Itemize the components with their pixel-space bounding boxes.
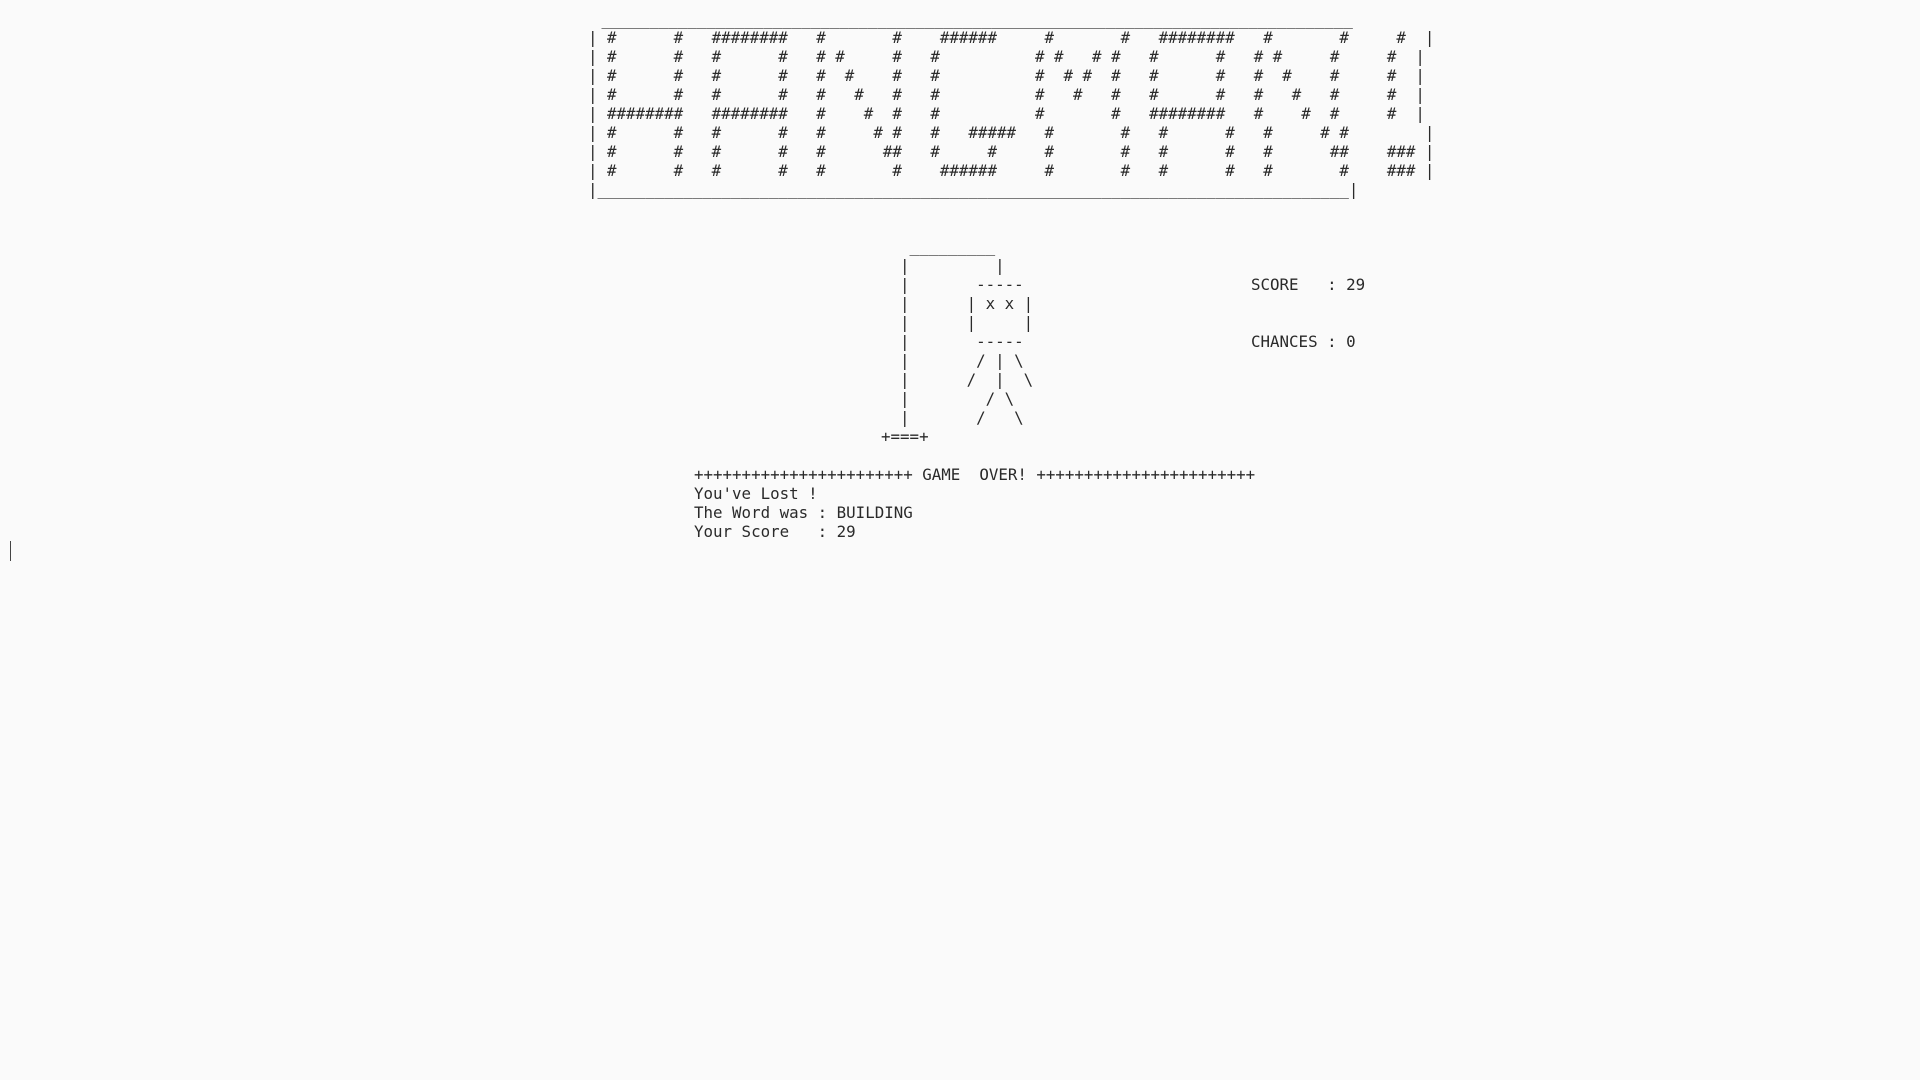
banner-row: | ######## ######## # # # # # # ########…: [588, 104, 1425, 123]
gallows-line: | -----: [862, 275, 1024, 294]
banner-row: | # # # # # # # # # # # # # # # # # # |: [588, 47, 1425, 66]
score-display: SCORE : 29: [1251, 275, 1366, 294]
banner-bottom-border: |_______________________________________…: [588, 180, 1359, 199]
gallows-line: | / | \: [862, 370, 1034, 389]
gallows-line: | / \: [862, 408, 1024, 427]
gallows-line: | -----: [862, 332, 1024, 351]
game-over-header: +++++++++++++++++++++++ GAME OVER! +++++…: [694, 465, 1256, 484]
gallows-line: | | x x |: [862, 294, 1034, 313]
banner-row: | # # # # # # # # # # # # # # # # # # |: [588, 66, 1425, 85]
banner-row: | # # # # # # # # ##### # # # # # # # |: [588, 123, 1435, 142]
chances-display: CHANCES : 0: [1251, 332, 1356, 351]
banner-row: | # # # # # # # # # # # # # # # # # |: [588, 85, 1425, 104]
banner-row: | # # # # # ## # # # # # # # ## ### |: [588, 142, 1435, 161]
banner-row: | # # ######## # # ###### # # ######## #…: [588, 28, 1435, 47]
gallows-line: | |: [862, 256, 1005, 275]
banner-row: | # # # # # # ###### # # # # # # ### |: [588, 161, 1435, 180]
final-score: Your Score : 29: [694, 522, 856, 541]
gallows-line: | | |: [862, 313, 1034, 332]
banner-top-border: ________________________________________…: [592, 10, 1353, 29]
gallows-line: _________: [862, 237, 996, 256]
text-cursor[interactable]: [10, 541, 11, 561]
gallows-base: +===+: [862, 427, 929, 446]
gallows-line: | / \: [862, 389, 1015, 408]
terminal-window: ________________________________________…: [0, 0, 1920, 1080]
lost-message: You've Lost !: [694, 484, 818, 503]
word-reveal: The Word was : BUILDING: [694, 503, 913, 522]
gallows-line: | / | \: [862, 351, 1024, 370]
